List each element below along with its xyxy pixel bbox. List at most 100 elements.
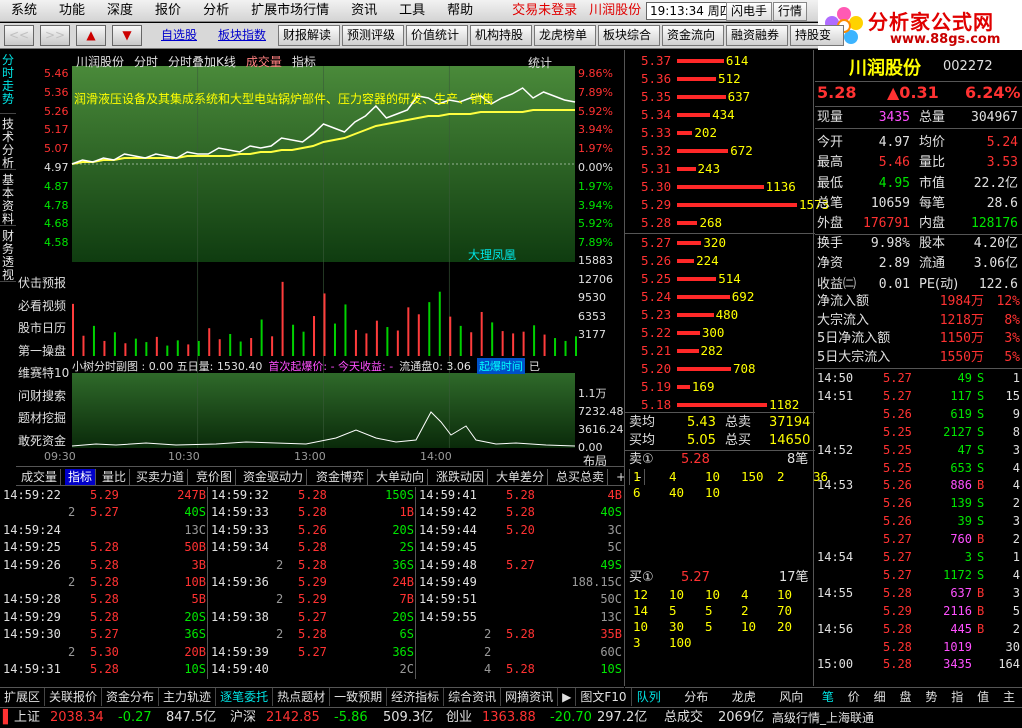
indicator-tab[interactable]: 竞价图 xyxy=(193,469,237,485)
indicator-tab[interactable]: 大单差分 xyxy=(493,469,549,485)
tab-intraday-mode[interactable]: 分时 xyxy=(134,53,158,70)
menu-item[interactable]: 功能 xyxy=(48,0,96,22)
bottom-right-tab[interactable]: 笔 xyxy=(820,688,836,706)
prev-stock-button[interactable]: ▲ xyxy=(76,25,106,46)
order-level[interactable]: 5.23 480 xyxy=(625,306,815,324)
order-level[interactable]: 5.31 243 xyxy=(625,160,815,178)
flash-trade-button[interactable]: 闪电手 xyxy=(726,2,773,21)
menu-item[interactable]: 帮助 xyxy=(436,0,484,22)
tab-intraday[interactable]: 分时走势 xyxy=(0,50,16,114)
toolbar-button[interactable]: 机构持股 xyxy=(470,25,532,46)
bottom-right-tab[interactable]: 值 xyxy=(975,688,991,706)
order-level[interactable]: 5.36 512 xyxy=(625,70,815,88)
bottom-left-tab[interactable]: 关联报价 xyxy=(45,688,103,706)
toolbar-button[interactable]: 融资融券 xyxy=(726,25,788,46)
next-stock-button[interactable]: ▼ xyxy=(112,25,142,46)
toolbar-button[interactable]: 板块综合 xyxy=(598,25,660,46)
tab-overlay-kline[interactable]: 分时叠加K线 xyxy=(168,53,236,70)
order-level[interactable]: 5.19 169 xyxy=(625,378,815,396)
indicator-tab[interactable]: 总买总卖 xyxy=(553,469,609,485)
toolbar-button[interactable]: 预测评级 xyxy=(342,25,404,46)
stats-button[interactable]: 统计 xyxy=(528,54,552,71)
side-link[interactable]: 维赛特10 xyxy=(18,364,69,381)
order-level[interactable]: 5.34 434 xyxy=(625,106,815,124)
side-link[interactable]: 必看视频 xyxy=(18,297,66,314)
bottom-right-tab[interactable]: 势 xyxy=(923,688,939,706)
bottom-right-tab[interactable]: 价 xyxy=(846,688,862,706)
order-level[interactable]: 5.22 300 xyxy=(625,324,815,342)
bottom-left-tab[interactable]: 图文F10 xyxy=(576,688,632,706)
prev-page-button[interactable]: << xyxy=(4,25,34,46)
bottom-left-tab[interactable]: ▶ xyxy=(558,688,577,706)
toolbar-button[interactable]: 龙虎榜单 xyxy=(534,25,596,46)
menu-item[interactable]: 报价 xyxy=(144,0,192,22)
order-level[interactable]: 5.29 1573 xyxy=(625,196,829,214)
intraday-chart[interactable]: 川润股份 分时 分时叠加K线 成交量 指标 统计 润滑液压设备及其集成系统和大型… xyxy=(16,50,624,468)
bottom-mid-tab[interactable]: 分布 xyxy=(680,688,712,706)
indicator-tab[interactable]: 指标 xyxy=(65,469,97,485)
side-link[interactable]: 题材挖掘 xyxy=(18,409,66,426)
indicator-tab[interactable]: 资金驱动力 xyxy=(240,469,308,485)
side-link[interactable]: 股市日历 xyxy=(18,319,66,336)
bottom-left-tab[interactable]: 资金分布 xyxy=(102,688,160,706)
watchlist-link[interactable]: 自选股 xyxy=(161,27,197,44)
toolbar-button[interactable]: 财报解读 xyxy=(278,25,340,46)
menu-item[interactable]: 工具 xyxy=(388,0,436,22)
indicator-tab[interactable]: 买卖力道 xyxy=(133,469,189,485)
trade-status[interactable]: 交易未登录 xyxy=(506,0,583,22)
order-level[interactable]: 5.37 614 xyxy=(625,52,815,70)
bottom-mid-tab[interactable]: 龙虎 xyxy=(728,688,760,706)
toolbar-button[interactable]: 价值统计 xyxy=(406,25,468,46)
indicator-tab[interactable]: 成交量 xyxy=(18,469,62,485)
order-level[interactable]: 5.33 202 xyxy=(625,124,815,142)
bottom-right-tab[interactable]: 指 xyxy=(949,688,965,706)
bottom-left-tab[interactable]: 一致预期 xyxy=(330,688,388,706)
sector-index-link[interactable]: 板块指数 xyxy=(218,27,266,44)
order-level[interactable]: 5.27 320 xyxy=(625,234,815,252)
tab-technical[interactable]: 技术分析 xyxy=(0,114,16,170)
order-level[interactable]: 5.32 672 xyxy=(625,142,815,160)
bottom-left-tab[interactable]: 网摘资讯 xyxy=(501,688,559,706)
order-level[interactable]: 5.25 514 xyxy=(625,270,815,288)
feed-source[interactable]: 高级行情_上海联通 xyxy=(772,708,874,728)
tab-fundamentals[interactable]: 基本资料 xyxy=(0,170,16,226)
order-level[interactable]: 5.30 1136 xyxy=(625,178,815,196)
chart-canvas[interactable] xyxy=(16,50,624,462)
toolbar-button[interactable]: 资金流向 xyxy=(662,25,724,46)
indicator-tab[interactable]: 量比 xyxy=(99,469,131,485)
bottom-left-tab[interactable]: 逐笔委托 xyxy=(216,688,274,706)
bottom-left-tab[interactable]: 热点题材 xyxy=(273,688,331,706)
order-level[interactable]: 5.35 637 xyxy=(625,88,815,106)
order-level[interactable]: 5.26 224 xyxy=(625,252,815,270)
order-level[interactable]: 5.20 708 xyxy=(625,360,815,378)
toolbar-button[interactable]: 持股变 xyxy=(790,25,844,46)
indicator-tab[interactable]: 资金博弈 xyxy=(313,469,369,485)
logo-url[interactable]: www.88gs.com xyxy=(890,32,1000,47)
bottom-left-tab[interactable]: 主力轨迹 xyxy=(159,688,217,706)
next-page-button[interactable]: >> xyxy=(40,25,70,46)
menu-item[interactable]: 系统 xyxy=(0,0,48,22)
quote-button[interactable]: 行情 xyxy=(773,2,808,21)
bottom-mid-tab[interactable]: 队列 xyxy=(633,688,665,706)
order-level[interactable]: 5.24 692 xyxy=(625,288,815,306)
side-link[interactable]: 第一操盘 xyxy=(18,342,66,359)
menu-item[interactable]: 分析 xyxy=(192,0,240,22)
bottom-right-tab[interactable]: 主 xyxy=(1001,688,1017,706)
bottom-mid-tab[interactable]: 风向 xyxy=(775,688,807,706)
order-level[interactable]: 5.28 268 xyxy=(625,214,815,232)
tab-financials[interactable]: 财务透视 xyxy=(0,226,16,282)
menu-item[interactable]: 深度 xyxy=(96,0,144,22)
side-link[interactable]: 敢死资金 xyxy=(18,432,66,449)
tab-volume[interactable]: 成交量 xyxy=(246,53,282,70)
side-link[interactable]: 问财搜索 xyxy=(18,387,66,404)
side-link[interactable]: 伏击预报 xyxy=(18,274,66,291)
indicator-tab[interactable]: 大单动向 xyxy=(373,469,429,485)
bottom-left-tab[interactable]: 扩展区 xyxy=(0,688,46,706)
indicator-tab[interactable]: 涨跌动因 xyxy=(433,469,489,485)
order-level[interactable]: 5.21 282 xyxy=(625,342,815,360)
menu-item[interactable]: 扩展市场行情 xyxy=(240,0,340,22)
bottom-left-tab[interactable]: 综合资讯 xyxy=(444,688,502,706)
bottom-right-tab[interactable]: 盘 xyxy=(898,688,914,706)
bottom-left-tab[interactable]: 经济指标 xyxy=(387,688,445,706)
bottom-right-tab[interactable]: 细 xyxy=(872,688,888,706)
